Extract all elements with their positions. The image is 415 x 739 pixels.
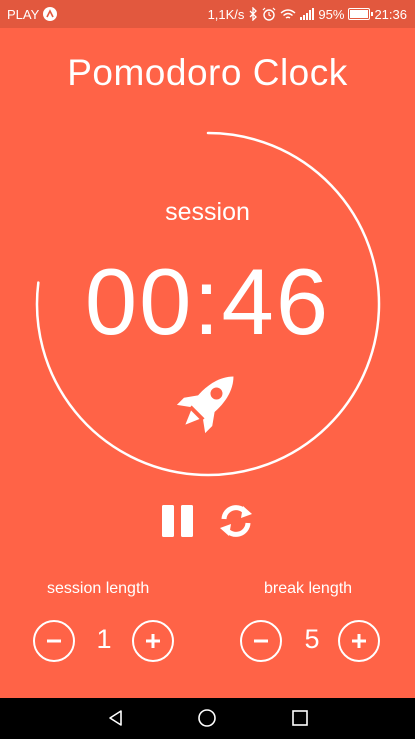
minus-icon bbox=[254, 639, 268, 643]
recents-square-icon[interactable] bbox=[290, 708, 310, 728]
status-left: PLAY bbox=[7, 6, 58, 22]
plus-icon bbox=[146, 634, 160, 648]
reset-button[interactable] bbox=[216, 501, 256, 541]
timer-mode-label: session bbox=[165, 198, 250, 226]
battery-icon bbox=[348, 8, 374, 20]
battery-fill bbox=[350, 10, 368, 18]
time-display: 00:46 bbox=[84, 249, 331, 354]
app-title: Pomodoro Clock bbox=[67, 52, 348, 93]
break-decrement-button[interactable] bbox=[240, 620, 282, 662]
alarm-icon bbox=[262, 7, 276, 21]
rocket-icon bbox=[176, 376, 234, 434]
navigation-bar bbox=[0, 698, 415, 739]
battery-percent: 95% bbox=[318, 6, 345, 22]
back-triangle-icon[interactable] bbox=[106, 708, 126, 728]
plus-icon bbox=[352, 634, 366, 648]
pause-button[interactable] bbox=[160, 503, 196, 539]
notification-icon bbox=[43, 7, 58, 21]
break-increment-button[interactable] bbox=[338, 620, 380, 662]
break-length-value: 5 bbox=[304, 624, 320, 654]
session-increment-button[interactable] bbox=[132, 620, 174, 662]
session-length-label: session length bbox=[47, 580, 150, 597]
wifi-icon bbox=[280, 8, 296, 19]
pause-icon bbox=[162, 505, 174, 537]
minus-icon bbox=[47, 639, 61, 643]
clock-time: 21:36 bbox=[374, 6, 407, 22]
session-length-value: 1 bbox=[96, 624, 112, 654]
session-decrement-button[interactable] bbox=[33, 620, 75, 662]
carrier-label: PLAY bbox=[7, 6, 40, 22]
bluetooth-icon bbox=[249, 7, 258, 21]
break-length-label: break length bbox=[264, 580, 353, 597]
signal-icon bbox=[300, 8, 315, 20]
refresh-icon bbox=[220, 505, 252, 537]
home-circle-icon[interactable] bbox=[197, 708, 217, 728]
network-speed: 1,1K/s bbox=[207, 6, 245, 22]
status-bar: PLAY 1,1K/s 95% 21:36 bbox=[0, 0, 415, 28]
status-right: 1,1K/s 95% 21:36 bbox=[208, 7, 407, 22]
